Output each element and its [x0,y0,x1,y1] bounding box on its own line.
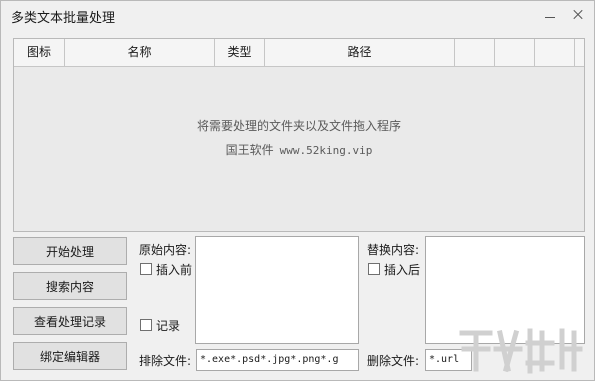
view-log-button[interactable]: 查看处理记录 [13,307,127,335]
insert-before-checkbox[interactable] [140,263,152,275]
insert-after-checkbox[interactable] [368,263,380,275]
file-list[interactable]: 图标 名称 类型 路径 将需要处理的文件夹以及文件拖入程序 国王软件 www.52… [13,38,585,232]
record-label: 记录 [156,319,181,333]
watermark-logo [459,328,583,374]
insert-before-label: 插入前 [156,263,193,277]
column-header-extra-3[interactable] [535,39,575,66]
bind-editor-button[interactable]: 绑定编辑器 [13,342,127,370]
record-checkbox[interactable] [140,319,152,331]
main-window: 多类文本批量处理 图标 名称 类型 路径 将需要处理的文件夹以及文件拖入程序 国… [0,0,595,381]
column-header-name[interactable]: 名称 [65,39,215,66]
original-content-label: 原始内容: [139,243,192,257]
close-button[interactable] [569,6,587,24]
exclude-files-input[interactable]: *.exe*.psd*.jpg*.png*.g [196,349,359,371]
original-content-textarea[interactable] [195,236,359,344]
list-header: 图标 名称 类型 路径 [14,39,584,67]
column-header-extra-1[interactable] [455,39,495,66]
brand-url: www.52king.vip [279,144,373,157]
insert-after-label: 插入后 [384,263,421,277]
start-processing-button[interactable]: 开始处理 [13,237,127,265]
minimize-button[interactable] [541,6,559,24]
replace-content-label: 替换内容: [367,243,420,257]
column-header-path[interactable]: 路径 [265,39,455,66]
drop-hint: 将需要处理的文件夹以及文件拖入程序 [196,119,401,133]
window-title: 多类文本批量处理 [11,11,116,26]
column-header-icon[interactable]: 图标 [14,39,65,66]
brand-name: 国王软件 [225,143,274,157]
brand-line: 国王软件 www.52king.vip [14,141,584,158]
exclude-files-label: 排除文件: [139,354,192,368]
column-header-extra-2[interactable] [495,39,535,66]
search-content-button[interactable]: 搜索内容 [13,272,127,300]
column-header-type[interactable]: 类型 [215,39,265,66]
title-bar: 多类文本批量处理 [1,1,594,31]
delete-files-label: 删除文件: [367,354,420,368]
